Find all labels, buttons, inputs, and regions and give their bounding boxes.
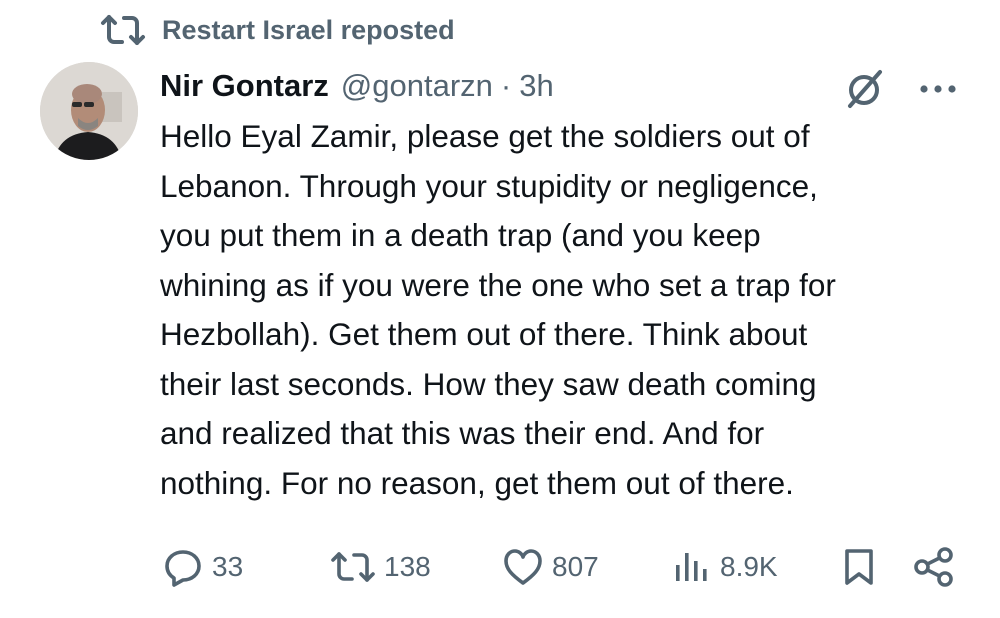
repost-banner[interactable]: Restart Israel reposted [100, 10, 455, 50]
author-handle[interactable]: @gontarzn [341, 68, 493, 104]
repost-count: 138 [384, 551, 431, 582]
repost-icon [100, 10, 146, 50]
tweet-text-line: and realized that this was their end. An… [160, 415, 765, 451]
tweet-text-line: nothing. For no reason, get them out of … [160, 464, 794, 501]
tweet-text-line: Hello Eyal Zamir, please get the soldier… [160, 118, 810, 154]
avatar[interactable] [40, 62, 138, 160]
author-name[interactable]: Nir Gontarz [160, 68, 329, 104]
tweet-text-line: Lebanon. Through your stupidity or negli… [160, 167, 818, 204]
views-button[interactable]: 8.9K [672, 542, 778, 592]
tweet-text-line: you put them in a death trap (and you ke… [160, 217, 761, 253]
heart-icon [502, 547, 544, 587]
reply-count: 33 [212, 551, 244, 582]
share-button[interactable] [912, 542, 956, 592]
like-button[interactable]: 807 [502, 542, 599, 592]
reply-button[interactable]: 33 [162, 542, 243, 592]
tweet-header: Nir Gontarz @gontarzn · 3h [160, 64, 554, 108]
tweet-text-line: Hezbollah). Get them out of there. Think… [160, 316, 808, 352]
tweet-text-line: their last seconds. How they saw death c… [160, 365, 817, 402]
share-icon [912, 546, 956, 588]
tweet-text: Hello Eyal Zamir, please get the soldier… [160, 112, 970, 508]
views-icon [672, 549, 712, 585]
views-count: 8.9K [720, 551, 778, 582]
action-bar: 33 138 807 8.9K [0, 542, 1000, 592]
repost-banner-text[interactable]: Restart Israel reposted [162, 15, 455, 46]
bookmark-button[interactable] [842, 542, 876, 592]
more-icon[interactable] [916, 74, 960, 104]
repost-button[interactable]: 138 [330, 542, 431, 592]
timestamp[interactable]: 3h [519, 68, 553, 104]
header-separator: · [500, 68, 512, 103]
tweet-text-line: whining as if you were the one who set a… [160, 266, 836, 303]
bookmark-icon [842, 546, 876, 588]
repost-icon [330, 549, 376, 585]
reply-icon [162, 546, 204, 588]
like-count: 807 [552, 551, 599, 582]
grok-icon[interactable] [842, 66, 888, 112]
